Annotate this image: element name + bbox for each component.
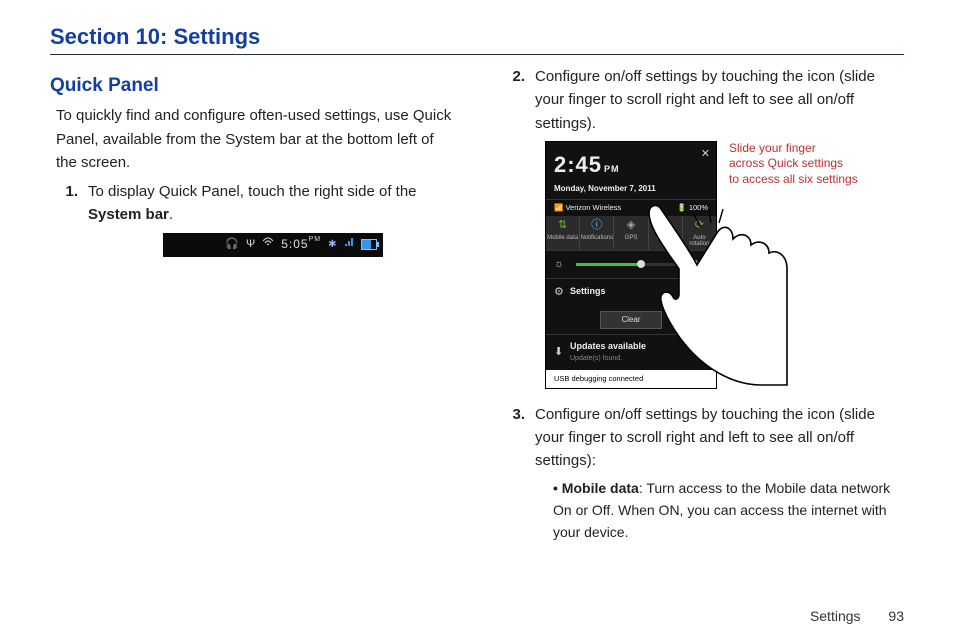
brightness-auto-label: Auto (694, 259, 708, 270)
section-title: Section 10: Settings (50, 24, 904, 55)
page-number: 93 (888, 608, 904, 624)
step-1-bold: System bar (88, 206, 169, 223)
brightness-icon: ☼ (554, 256, 570, 273)
figure-quick-panel: ✕ 2:45PM Monday, November 7, 2011 📶 Veri… (545, 141, 904, 389)
signal-icon (344, 236, 354, 253)
brightness-slider (576, 263, 688, 266)
toggle-notifications: ⓘNotifications (580, 216, 614, 250)
phone-header: ✕ 2:45PM Monday, November 7, 2011 (546, 142, 716, 199)
quick-panel-intro: To quickly find and configure often-used… (56, 104, 457, 174)
bluetooth-icon: ✱ (328, 237, 336, 253)
left-column: Quick Panel To quickly find and configur… (50, 65, 457, 552)
usb-row: USB debugging connected (546, 370, 716, 388)
settings-row: ⚙ Settings (546, 278, 716, 306)
step-2-text: Configure on/off settings by touching th… (535, 68, 875, 132)
quick-settings-toggles: ⇅Mobile data ⓘNotifications ◈GPS 🔉Sound … (546, 216, 716, 250)
carrier-label: 📶 Verizon Wireless (554, 202, 621, 214)
phone-mock: ✕ 2:45PM Monday, November 7, 2011 📶 Veri… (545, 141, 717, 389)
step-3: 3. Configure on/off settings by touching… (497, 403, 904, 544)
step-1: 1. To display Quick Panel, touch the rig… (50, 180, 457, 257)
figure-annotation: Slide your finger across Quick settings … (729, 141, 858, 188)
step-1-tail: . (169, 206, 173, 223)
close-icon: ✕ (701, 146, 710, 163)
toggle-auto-rotation: ⟳Auto rotation (683, 216, 716, 250)
figure-system-bar: 🎧 Ψ 5:05PM ✱ (163, 233, 383, 257)
battery-label: 🔋 100% (677, 202, 708, 214)
brightness-row: ☼ Auto (546, 250, 716, 278)
download-icon: ⬇ (554, 344, 570, 361)
settings-label: Settings (570, 285, 708, 299)
toggle-sound: 🔉Sound (649, 216, 683, 250)
step-number: 3. (497, 403, 535, 544)
step-2: 2. Configure on/off settings by touching… (497, 65, 904, 395)
manual-page: Section 10: Settings Quick Panel To quic… (0, 0, 954, 636)
toggle-gps: ◈GPS (614, 216, 648, 250)
usb-icon: Ψ (246, 236, 255, 253)
clear-button: Clear (600, 311, 662, 329)
phone-carrier-row: 📶 Verizon Wireless 🔋 100% (546, 199, 716, 216)
step-3-text: Configure on/off settings by touching th… (535, 406, 875, 470)
right-column: 2. Configure on/off settings by touching… (497, 65, 904, 552)
step-3-bullet: • Mobile data: Turn access to the Mobile… (535, 478, 904, 543)
step-number: 1. (50, 180, 88, 257)
phone-time: 2:45PM (554, 148, 708, 182)
phone-date: Monday, November 7, 2011 (554, 183, 708, 195)
step-number: 2. (497, 65, 535, 395)
bullet-bold: Mobile data (562, 480, 639, 496)
gear-icon: ⚙ (554, 284, 570, 301)
wifi-icon (262, 236, 274, 253)
bullet-dot: • (553, 480, 558, 496)
headphones-icon: 🎧 (225, 236, 239, 253)
quick-panel-heading: Quick Panel (50, 71, 457, 100)
toggle-mobile-data: ⇅Mobile data (546, 216, 580, 250)
system-bar-time: 5:05PM (281, 235, 321, 254)
updates-row: ⬇ Updates availableUpdate(s) found. (546, 334, 716, 370)
footer-section-label: Settings (810, 608, 861, 624)
page-footer: Settings 93 (810, 608, 904, 624)
updates-label: Updates availableUpdate(s) found. (570, 340, 708, 365)
step-1-text: To display Quick Panel, touch the right … (88, 180, 457, 257)
step-1-lead: To display Quick Panel, touch the right … (88, 183, 417, 200)
two-column-layout: Quick Panel To quickly find and configur… (50, 65, 904, 552)
battery-icon (361, 239, 377, 250)
